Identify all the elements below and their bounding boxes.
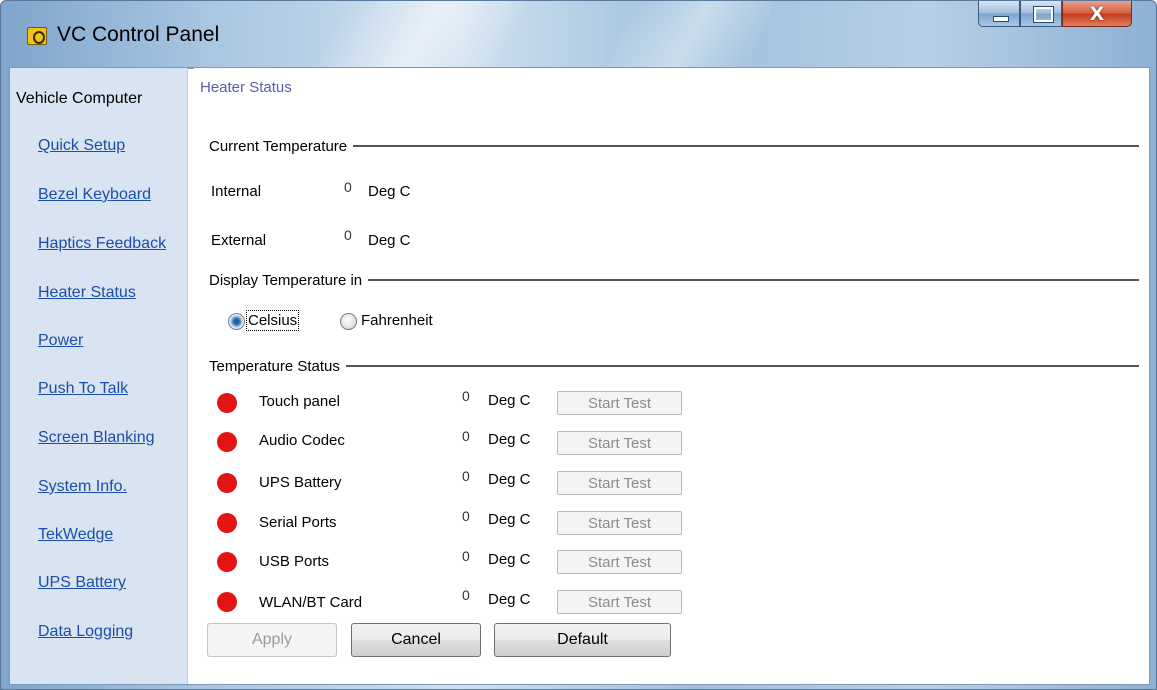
- external-label: External: [211, 232, 267, 249]
- internal-label: Internal: [211, 183, 262, 200]
- celsius-radio[interactable]: [228, 313, 245, 330]
- start-test-button[interactable]: Start Test: [557, 550, 682, 574]
- maximize-button[interactable]: [1020, 1, 1062, 27]
- component-unit: Deg C: [488, 551, 531, 568]
- group-label: Display Temperature in: [209, 271, 363, 289]
- component-unit: Deg C: [488, 471, 531, 488]
- status-indicator: [217, 513, 237, 533]
- title-bar[interactable]: VC Control Panel X: [1, 1, 1156, 71]
- start-test-button[interactable]: Start Test: [557, 391, 682, 415]
- client-area: Vehicle Computer Quick Setup Bezel Keybo…: [9, 67, 1150, 685]
- sidebar-item-haptics-feedback[interactable]: Haptics Feedback: [38, 235, 166, 253]
- internal-unit: Deg C: [368, 183, 411, 200]
- fahrenheit-radio-label[interactable]: Fahrenheit: [361, 312, 433, 329]
- component-value: 0: [462, 548, 470, 564]
- group-divider: [353, 145, 1139, 147]
- sidebar-item-heater-status[interactable]: Heater Status: [38, 284, 136, 302]
- start-test-button[interactable]: Start Test: [557, 511, 682, 535]
- group-label: Current Temperature: [209, 137, 348, 155]
- component-value: 0: [462, 388, 470, 404]
- start-test-button[interactable]: Start Test: [557, 590, 682, 614]
- sidebar-item-data-logging[interactable]: Data Logging: [38, 623, 133, 641]
- main-content: Heater Status Current Temperature Intern…: [187, 68, 1149, 684]
- component-name: Serial Ports: [259, 514, 337, 531]
- glass-streak: [314, 1, 528, 71]
- group-label: Temperature Status: [209, 357, 340, 375]
- component-unit: Deg C: [488, 392, 531, 409]
- app-window: VC Control Panel X Vehicle Computer Quic…: [0, 0, 1157, 690]
- component-value: 0: [462, 587, 470, 603]
- status-indicator: [217, 393, 237, 413]
- sidebar: Vehicle Computer Quick Setup Bezel Keybo…: [10, 68, 187, 684]
- status-indicator: [217, 552, 237, 572]
- cancel-button[interactable]: Cancel: [351, 623, 481, 657]
- group-divider: [345, 365, 1139, 367]
- component-value: 0: [462, 428, 470, 444]
- status-indicator: [217, 592, 237, 612]
- start-test-button[interactable]: Start Test: [557, 431, 682, 455]
- sidebar-item-tekwedge[interactable]: TekWedge: [38, 526, 113, 544]
- window-controls: X: [978, 1, 1132, 28]
- page-title: Heater Status: [200, 79, 292, 96]
- glass-streak: [608, 1, 774, 71]
- component-value: 0: [462, 508, 470, 524]
- group-divider: [368, 279, 1139, 281]
- component-unit: Deg C: [488, 431, 531, 448]
- start-test-button[interactable]: Start Test: [557, 471, 682, 495]
- fahrenheit-radio[interactable]: [340, 313, 357, 330]
- minimize-button[interactable]: [978, 1, 1020, 27]
- sidebar-item-screen-blanking[interactable]: Screen Blanking: [38, 429, 155, 447]
- external-unit: Deg C: [368, 232, 411, 249]
- component-name: UPS Battery: [259, 474, 342, 491]
- sidebar-item-bezel-keyboard[interactable]: Bezel Keyboard: [38, 186, 151, 204]
- sidebar-item-quick-setup[interactable]: Quick Setup: [38, 137, 125, 155]
- sidebar-item-power[interactable]: Power: [38, 332, 83, 350]
- celsius-radio-label[interactable]: Celsius: [245, 310, 300, 331]
- sidebar-item-ups-battery[interactable]: UPS Battery: [38, 574, 126, 592]
- default-button[interactable]: Default: [494, 623, 671, 657]
- temperature-status-group: Temperature Status: [209, 356, 1139, 376]
- display-temperature-group: Display Temperature in: [209, 270, 1139, 290]
- sidebar-item-push-to-talk[interactable]: Push To Talk: [38, 380, 128, 398]
- current-temperature-group: Current Temperature: [209, 136, 1139, 156]
- sidebar-header: Vehicle Computer: [16, 90, 143, 107]
- status-indicator: [217, 473, 237, 493]
- component-unit: Deg C: [488, 591, 531, 608]
- app-icon: [27, 27, 47, 45]
- close-icon: X: [1089, 2, 1105, 25]
- component-name: WLAN/BT Card: [259, 594, 363, 611]
- close-button[interactable]: X: [1062, 1, 1132, 27]
- component-name: USB Ports: [259, 553, 330, 570]
- status-indicator: [217, 432, 237, 452]
- component-unit: Deg C: [488, 511, 531, 528]
- window-title: VC Control Panel: [57, 23, 220, 46]
- sidebar-item-system-info[interactable]: System Info.: [38, 478, 127, 496]
- component-value: 0: [462, 468, 470, 484]
- component-name: Touch panel: [259, 393, 340, 410]
- component-name: Audio Codec: [259, 432, 345, 449]
- internal-value: 0: [344, 179, 352, 195]
- external-value: 0: [344, 227, 352, 243]
- apply-button[interactable]: Apply: [207, 623, 337, 657]
